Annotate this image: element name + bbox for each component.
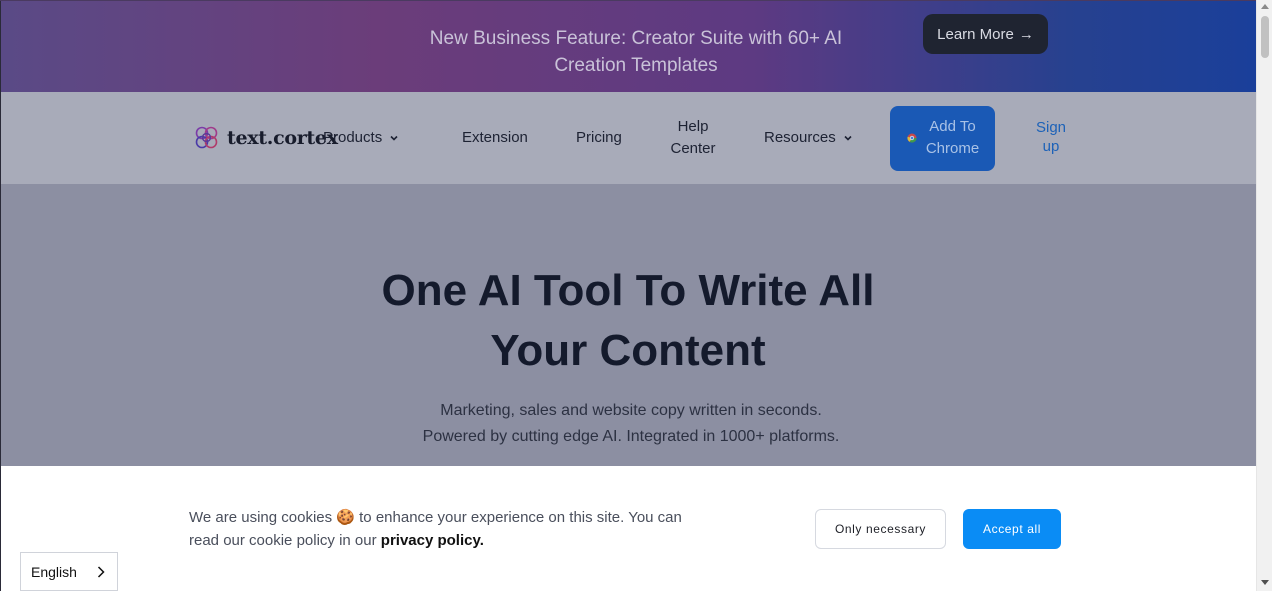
announcement-banner: New Business Feature: Creator Suite with…: [1, 1, 1256, 92]
nav-pricing[interactable]: Pricing: [576, 127, 622, 149]
hero-subtitle: Marketing, sales and website copy writte…: [331, 398, 931, 450]
chrome-icon: [907, 133, 917, 143]
add-to-chrome-button[interactable]: Add To Chrome: [890, 106, 995, 171]
logo-text: text.cortex: [227, 127, 338, 149]
logo[interactable]: text.cortex: [193, 125, 338, 151]
scroll-up-arrow-icon[interactable]: [1261, 4, 1269, 9]
signup-link[interactable]: Sign up: [1031, 118, 1071, 156]
language-selector[interactable]: English: [20, 552, 118, 591]
hero-section: One AI Tool To Write All Your Content Ma…: [1, 184, 1256, 466]
nav-extension[interactable]: Extension: [462, 127, 528, 149]
cookie-message: We are using cookies 🍪 to enhance your e…: [189, 506, 689, 552]
scroll-down-arrow-icon[interactable]: [1261, 580, 1269, 585]
brain-logo-icon: [195, 126, 218, 149]
chevron-right-icon: [97, 566, 105, 578]
learn-more-button[interactable]: Learn More →: [923, 14, 1048, 54]
main-nav: text.cortex Products Extension Pricing H…: [1, 92, 1256, 184]
announcement-text: New Business Feature: Creator Suite with…: [429, 28, 843, 76]
page: New Business Feature: Creator Suite with…: [1, 1, 1256, 591]
hero-subtitle-line-2: Powered by cutting edge AI. Integrated i…: [422, 428, 840, 445]
chevron-down-icon: [844, 135, 852, 141]
nav-resources-label: Resources: [764, 129, 836, 146]
learn-more-label: Learn More: [937, 25, 1014, 43]
hero-title: One AI Tool To Write All Your Content: [381, 266, 875, 375]
add-to-chrome-label: Add To Chrome: [925, 118, 980, 157]
scrollbar-thumb[interactable]: [1261, 16, 1269, 58]
nav-products[interactable]: Products: [323, 127, 399, 149]
nav-help-center[interactable]: Help Center: [663, 116, 723, 160]
language-label: English: [31, 563, 77, 580]
window-border-left: [0, 0, 1, 591]
privacy-policy-link[interactable]: privacy policy.: [381, 532, 484, 549]
arrow-right-icon: →: [1018, 25, 1034, 43]
accept-all-button[interactable]: Accept all: [963, 509, 1061, 549]
hero-subtitle-line-1: Marketing, sales and website copy writte…: [440, 402, 822, 419]
cookie-banner: We are using cookies 🍪 to enhance your e…: [1, 466, 1256, 591]
window-border-top: [0, 0, 1256, 1]
nav-products-label: Products: [323, 129, 383, 146]
nav-resources[interactable]: Resources: [764, 127, 853, 149]
chevron-down-icon: [390, 135, 398, 141]
vertical-scrollbar[interactable]: [1256, 0, 1272, 591]
only-necessary-button[interactable]: Only necessary: [815, 509, 946, 549]
